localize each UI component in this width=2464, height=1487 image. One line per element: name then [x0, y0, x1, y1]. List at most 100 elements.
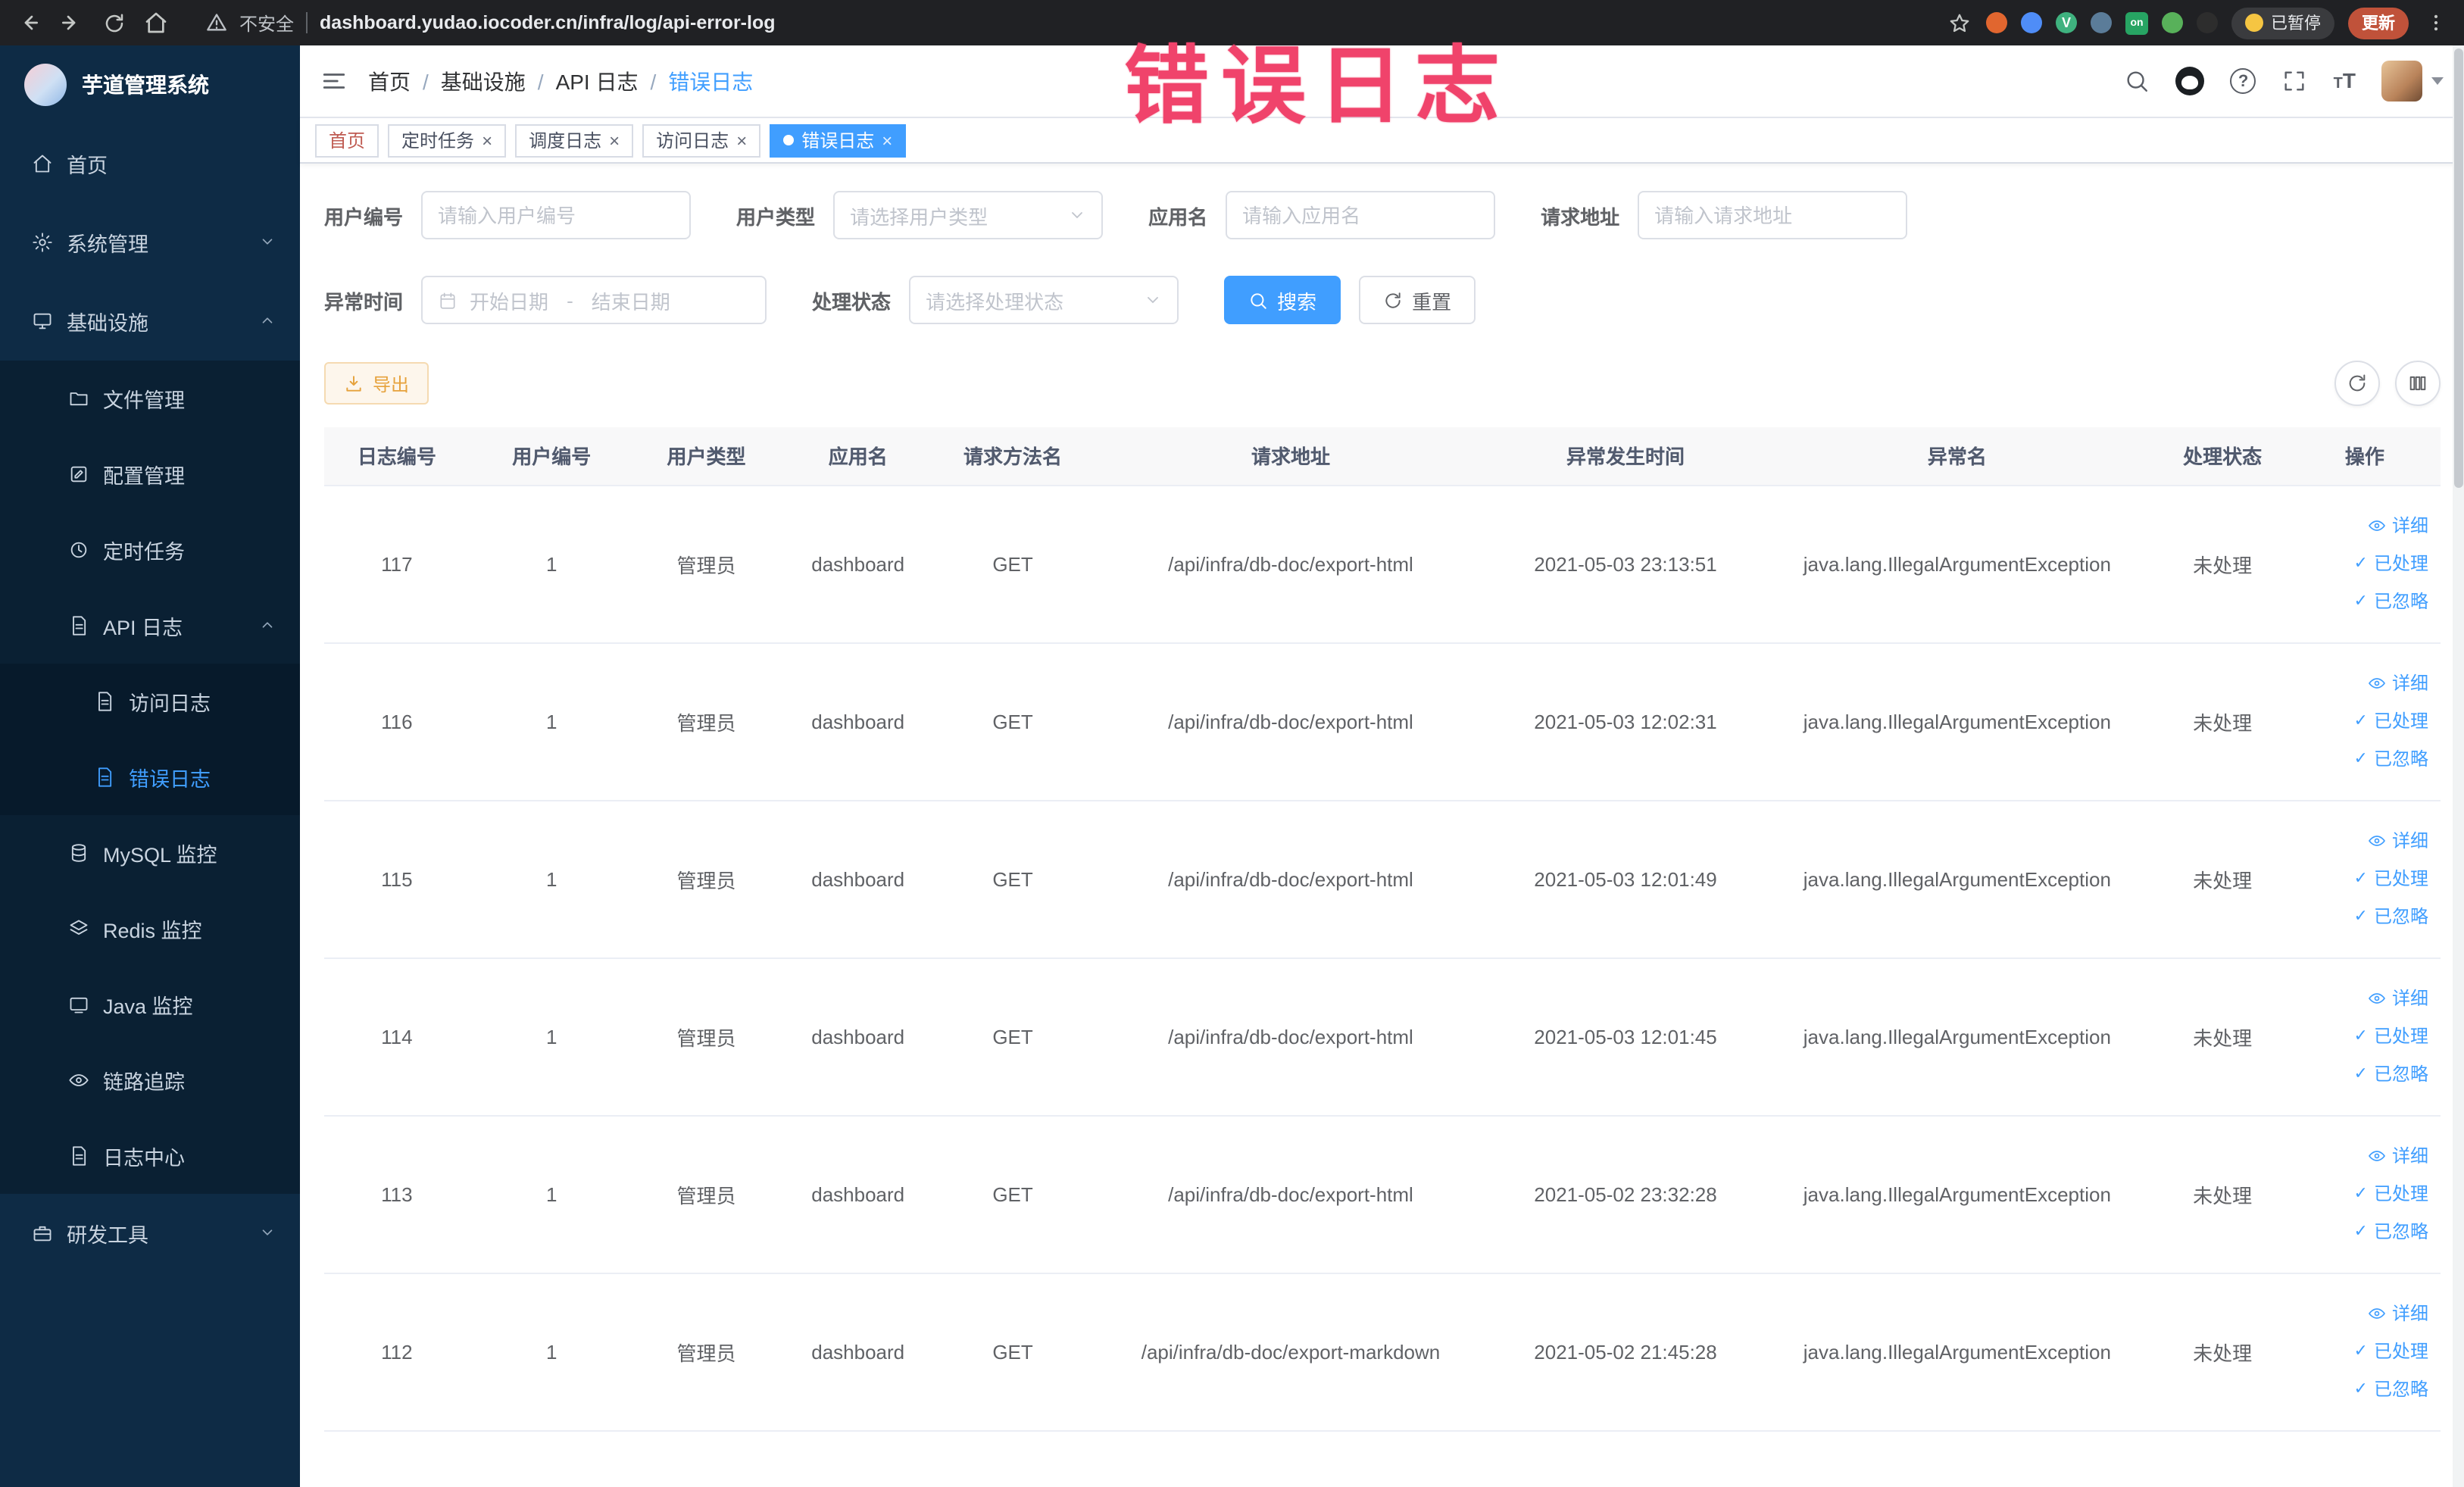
col-actions: 操作	[2288, 427, 2441, 486]
tab-scheduled-tasks[interactable]: 定时任务 ×	[388, 123, 507, 157]
export-button[interactable]: 导出	[324, 362, 429, 405]
tab-access-logs[interactable]: 访问日志 ×	[642, 123, 761, 157]
page-scrollbar[interactable]	[2453, 45, 2464, 1487]
sidebar-item-infrastructure[interactable]: 基础设施	[0, 282, 300, 361]
sidebar-item-system-mgmt[interactable]: 系统管理	[0, 203, 300, 282]
mark-processed-link[interactable]: ✓ 已处理	[2298, 1175, 2428, 1213]
address-bar[interactable]: 不安全 dashboard.yudao.iocoder.cn/infra/log…	[185, 10, 1930, 36]
home-icon[interactable]	[142, 9, 170, 36]
font-size-icon[interactable]: TT	[2334, 70, 2356, 92]
mark-ignored-link[interactable]: ✓ 已忽略	[2298, 1213, 2428, 1251]
sidebar-item-api-logs[interactable]: API 日志	[0, 588, 300, 664]
extension-icon[interactable]	[1986, 12, 2007, 33]
sidebar-item-scheduled-tasks[interactable]: 定时任务	[0, 512, 300, 588]
process-status-select[interactable]: 请选择处理状态	[909, 276, 1179, 324]
close-icon[interactable]: ×	[609, 131, 620, 149]
user-id-input[interactable]	[421, 191, 692, 239]
sidebar-item-link-tracing[interactable]: 链路追踪	[0, 1042, 300, 1118]
sidebar-item-file-mgmt[interactable]: 文件管理	[0, 361, 300, 436]
mark-processed-link[interactable]: ✓ 已处理	[2298, 545, 2428, 583]
sidebar-item-home[interactable]: 首页	[0, 124, 300, 203]
filter-row-1: 用户编号 用户类型 请选择用户类型 应用名	[324, 191, 2441, 239]
back-icon[interactable]	[15, 9, 42, 36]
sidebar-item-log-center[interactable]: 日志中心	[0, 1118, 300, 1194]
mark-ignored-link[interactable]: ✓ 已忽略	[2298, 740, 2428, 778]
screen: 不安全 dashboard.yudao.iocoder.cn/infra/log…	[0, 0, 2464, 1487]
breadcrumb: 首页 / 基础设施 / API 日志 / 错误日志	[368, 66, 753, 96]
forward-icon[interactable]	[58, 9, 85, 36]
reload-icon[interactable]	[100, 9, 127, 36]
update-button[interactable]: 更新	[2348, 7, 2409, 39]
security-label[interactable]: 不安全	[239, 10, 294, 36]
mark-ignored-link[interactable]: ✓ 已忽略	[2298, 898, 2428, 936]
search-icon[interactable]	[2125, 68, 2150, 94]
chevron-down-icon	[1148, 297, 1158, 304]
breadcrumb-infrastructure[interactable]: 基础设施	[441, 66, 526, 96]
help-icon[interactable]: ?	[2230, 68, 2256, 94]
document-edit-icon	[73, 616, 86, 636]
gear-icon	[33, 233, 52, 252]
sidebar-item-mysql-monitor[interactable]: MySQL 监控	[0, 815, 300, 891]
detail-link[interactable]: 详细	[2298, 822, 2428, 860]
extension-on-badge-icon[interactable]: on	[2125, 11, 2148, 34]
sidebar-item-dev-tools[interactable]: 研发工具	[0, 1194, 300, 1273]
extension-icon[interactable]	[2021, 12, 2042, 33]
url-text[interactable]: dashboard.yudao.iocoder.cn/infra/log/api…	[320, 12, 775, 33]
sidebar-menu: 首页 系统管理 基础设施 文件管理 配置管理 定时任务 API 日志 访问日志 …	[0, 124, 300, 1487]
sidebar-item-error-logs[interactable]: 错误日志	[0, 739, 300, 815]
refresh-table-button[interactable]	[2334, 361, 2380, 406]
sidebar-item-java-monitor[interactable]: Java 监控	[0, 967, 300, 1042]
extension-icon[interactable]	[2197, 12, 2218, 33]
mark-ignored-link[interactable]: ✓ 已忽略	[2298, 1370, 2428, 1408]
breadcrumb-api-logs[interactable]: API 日志	[556, 66, 639, 96]
user-type-select[interactable]: 请选择用户类型	[833, 191, 1104, 239]
col-user-id: 用户编号	[469, 427, 634, 486]
request-url-input[interactable]	[1638, 191, 1908, 239]
detail-link[interactable]: 详细	[2298, 1295, 2428, 1332]
detail-link[interactable]: 详细	[2298, 1137, 2428, 1175]
breadcrumb-home[interactable]: 首页	[368, 66, 411, 96]
tab-dispatch-logs[interactable]: 调度日志 ×	[515, 123, 634, 157]
column-settings-button[interactable]	[2395, 361, 2441, 406]
app-logo[interactable]: 芋道管理系统	[0, 45, 300, 124]
search-button[interactable]: 搜索	[1224, 276, 1341, 324]
col-app-name: 应用名	[779, 427, 937, 486]
app-name-input[interactable]	[1226, 191, 1496, 239]
detail-link[interactable]: 详细	[2298, 507, 2428, 545]
close-icon[interactable]: ×	[882, 131, 892, 149]
mark-processed-link[interactable]: ✓ 已处理	[2298, 860, 2428, 898]
mark-processed-link[interactable]: ✓ 已处理	[2298, 1332, 2428, 1370]
tab-error-logs[interactable]: 错误日志 ×	[770, 123, 907, 157]
close-icon[interactable]: ×	[736, 131, 747, 149]
detail-link[interactable]: 详细	[2298, 664, 2428, 702]
sidebar-item-redis-monitor[interactable]: Redis 监控	[0, 891, 300, 967]
fullscreen-icon[interactable]	[2282, 68, 2308, 94]
bookmark-star-icon[interactable]	[1945, 9, 1972, 36]
sidebar-item-config-mgmt[interactable]: 配置管理	[0, 436, 300, 512]
user-avatar[interactable]	[2381, 61, 2444, 102]
mark-ignored-link[interactable]: ✓ 已忽略	[2298, 1055, 2428, 1093]
check-icon: ✓	[2353, 869, 2368, 887]
scrollbar-thumb[interactable]	[2454, 48, 2463, 488]
close-icon[interactable]: ×	[482, 131, 492, 149]
sidebar-collapse-icon[interactable]	[321, 68, 347, 94]
vue-devtools-icon[interactable]: V	[2056, 12, 2077, 33]
paused-pill[interactable]: 已暂停	[2231, 7, 2334, 39]
mark-processed-link[interactable]: ✓ 已处理	[2298, 702, 2428, 740]
mark-ignored-link[interactable]: ✓ 已忽略	[2298, 583, 2428, 620]
reset-button[interactable]: 重置	[1359, 276, 1476, 324]
detail-link[interactable]: 详细	[2298, 979, 2428, 1017]
sidebar: 芋道管理系统 首页 系统管理 基础设施 文件管理 配置管理 定时任务 API 日…	[0, 45, 300, 1487]
tab-home[interactable]: 首页	[315, 123, 379, 157]
document-icon	[73, 1146, 86, 1166]
extension-icon[interactable]	[2091, 12, 2112, 33]
mark-processed-link[interactable]: ✓ 已处理	[2298, 1017, 2428, 1055]
browser-menu-kebab-icon[interactable]	[2422, 9, 2450, 36]
github-icon[interactable]	[2175, 67, 2205, 95]
extension-icon[interactable]	[2162, 12, 2183, 33]
document-edit-icon	[98, 692, 112, 711]
filter-user-id: 用户编号	[324, 191, 692, 239]
sidebar-item-access-logs[interactable]: 访问日志	[0, 664, 300, 739]
date-range-picker[interactable]: 开始日期 - 结束日期	[421, 276, 767, 324]
eye-icon	[2369, 1151, 2385, 1161]
